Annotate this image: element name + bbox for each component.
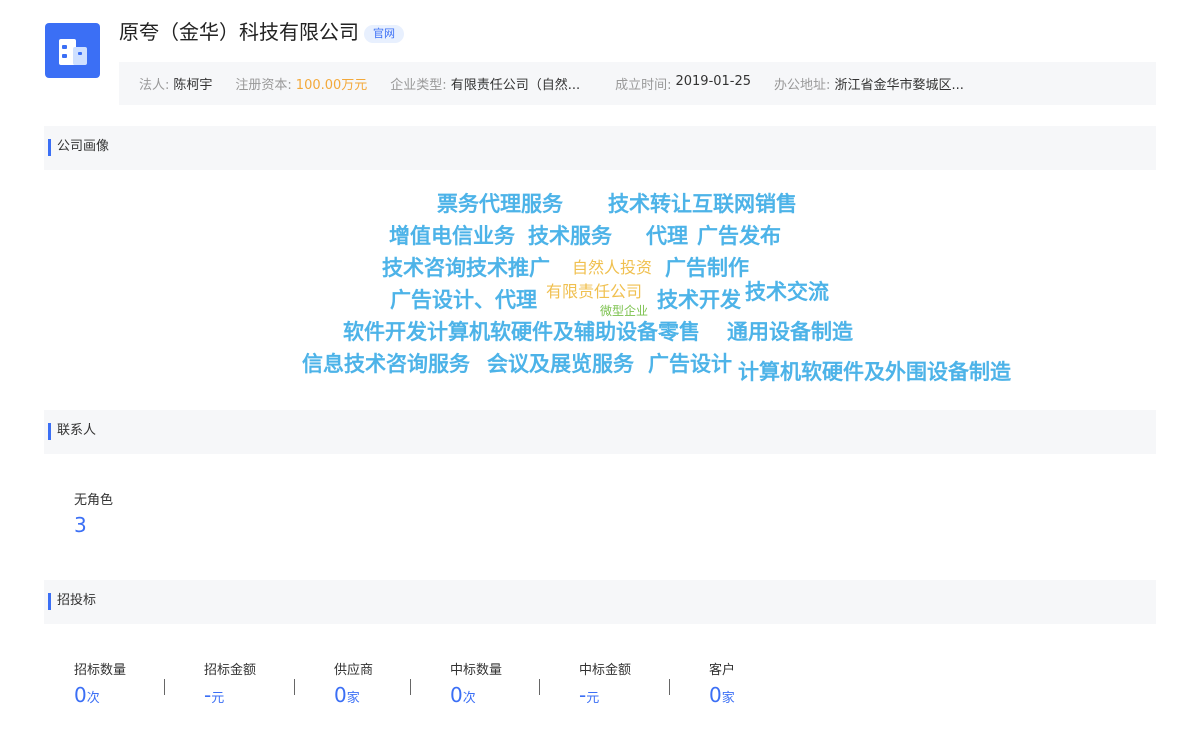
type-label: 企业类型:	[390, 78, 447, 93]
cloud-word: 广告发布	[697, 224, 781, 248]
stat-value: 0次	[450, 683, 476, 707]
section-portrait: 公司画像	[44, 126, 1156, 170]
cloud-word: 技术交流	[745, 280, 829, 304]
stat-divider	[669, 679, 670, 695]
win-count-stat[interactable]: 中标数量 0次	[450, 662, 502, 711]
stat-label: 客户	[709, 663, 736, 678]
section-title: 联系人	[57, 423, 97, 438]
legal-rep: 法人: 陈柯宇	[139, 74, 212, 93]
section-title: 公司画像	[57, 139, 110, 154]
section-contacts: 联系人	[44, 410, 1156, 454]
section-accent-bar	[48, 593, 51, 610]
cloud-word: 票务代理服务	[437, 192, 563, 216]
bid-count-stat[interactable]: 招标数量 0次	[74, 662, 126, 711]
registered-capital: 注册资本: 100.00万元	[235, 74, 367, 93]
legal-rep-label: 法人:	[139, 78, 170, 93]
stat-value: 0次	[74, 683, 100, 707]
stat-value: 0家	[709, 683, 735, 707]
win-amount-stat[interactable]: 中标金额 -元	[579, 662, 631, 711]
stat-label: 招标金额	[204, 663, 257, 678]
office-address: 办公地址: 浙江省金华市婺城区...	[774, 74, 964, 93]
cloud-word: 增值电信业务	[389, 224, 515, 248]
contact-role-stat: 无角色 3	[74, 492, 113, 537]
customer-stat[interactable]: 客户 0家	[709, 662, 735, 711]
stat-label: 中标数量	[450, 663, 503, 678]
company-name: 原夸（金华）科技有限公司	[119, 20, 359, 44]
cloud-word: 代理	[646, 224, 688, 248]
stat-value: -元	[579, 683, 600, 707]
cloud-word: 计算机软硬件及外围设备制造	[738, 360, 1011, 384]
company-logo	[45, 23, 100, 78]
address-value: 浙江省金华市婺城区...	[834, 78, 964, 93]
cloud-word: 技术服务	[528, 224, 612, 248]
stat-label: 供应商	[334, 663, 374, 678]
capital-value: 100.00万元	[295, 78, 368, 93]
founded-label: 成立时间:	[615, 78, 672, 93]
stat-divider	[539, 679, 540, 695]
stat-divider	[164, 679, 165, 695]
capital-label: 注册资本:	[235, 78, 292, 93]
role-count[interactable]: 3	[74, 513, 113, 537]
section-title: 招投标	[57, 593, 97, 608]
official-site-badge[interactable]: 官网	[364, 25, 404, 43]
cloud-word: 广告制作	[665, 256, 749, 280]
cloud-word: 会议及展览服务	[487, 352, 634, 376]
stat-value: -元	[204, 683, 225, 707]
cloud-word: 软件开发计算机软硬件及辅助设备零售	[343, 320, 700, 344]
section-accent-bar	[48, 423, 51, 440]
cloud-word: 技术转让互联网销售	[608, 192, 797, 216]
cloud-word: 信息技术咨询服务	[302, 352, 470, 376]
stat-value: 0家	[334, 683, 360, 707]
building-icon	[58, 38, 87, 65]
supplier-stat[interactable]: 供应商 0家	[334, 662, 373, 711]
founded-date: 成立时间: 2019-01-25	[615, 74, 751, 93]
company-info-bar: 法人: 陈柯宇 注册资本: 100.00万元 企业类型: 有限责任公司（自然..…	[119, 62, 1156, 105]
stat-divider	[410, 679, 411, 695]
cloud-word: 广告设计	[648, 352, 732, 376]
stat-label: 招标数量	[74, 663, 127, 678]
company-type: 企业类型: 有限责任公司（自然...	[390, 74, 580, 93]
section-bidding: 招投标	[44, 580, 1156, 624]
cloud-word: 广告设计、代理	[390, 288, 537, 312]
cloud-word: 微型企业	[600, 304, 649, 318]
section-accent-bar	[48, 139, 51, 156]
type-value: 有限责任公司（自然...	[450, 78, 581, 93]
address-label: 办公地址:	[774, 78, 831, 93]
cloud-word: 自然人投资	[572, 258, 653, 277]
cloud-word: 有限责任公司	[546, 282, 643, 301]
cloud-word: 技术开发	[657, 288, 741, 312]
founded-value: 2019-01-25	[675, 74, 752, 89]
cloud-word: 技术咨询技术推广	[382, 256, 550, 280]
stat-label: 中标金额	[579, 663, 632, 678]
stat-divider	[294, 679, 295, 695]
role-label: 无角色	[74, 493, 114, 508]
bid-amount-stat[interactable]: 招标金额 -元	[204, 662, 256, 711]
cloud-word: 通用设备制造	[727, 320, 853, 344]
legal-rep-value[interactable]: 陈柯宇	[173, 74, 212, 93]
